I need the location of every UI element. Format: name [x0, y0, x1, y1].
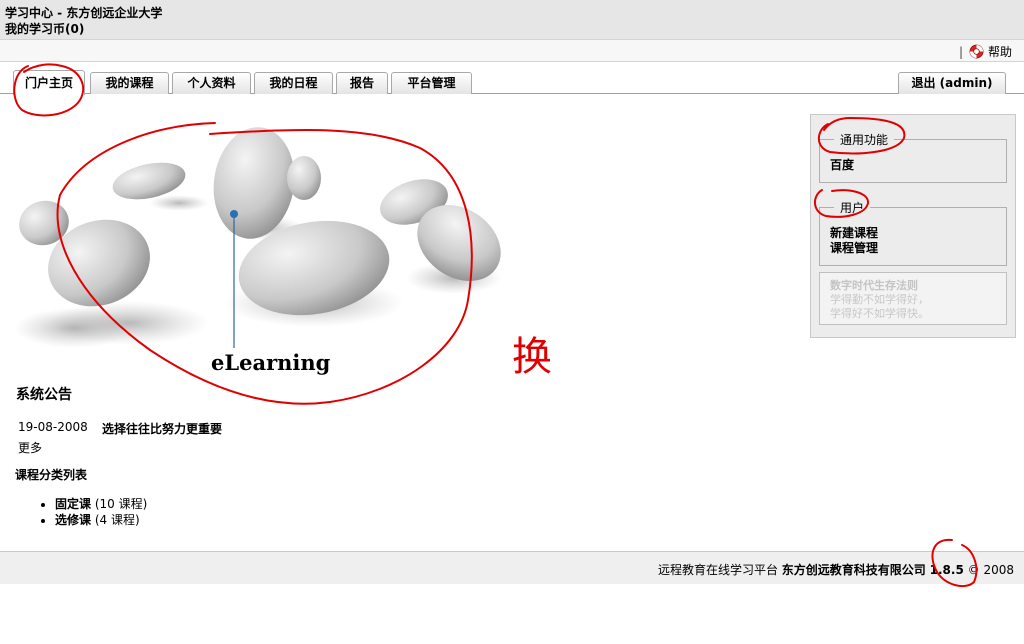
site-title: 学习中心 - 东方创远企业大学 — [5, 6, 163, 20]
general-functions-box: 通用功能 百度 — [819, 131, 1007, 183]
tab-my-courses[interactable]: 我的课程 — [90, 72, 169, 94]
tab-schedule[interactable]: 我的日程 — [254, 72, 333, 94]
list-item: 选修课 (4 课程) — [55, 512, 147, 528]
version-number: 1.8.5 — [929, 563, 964, 577]
lifebuoy-icon — [969, 44, 984, 59]
elearning-banner: eLearning — [14, 118, 508, 386]
general-functions-title: 通用功能 — [834, 131, 895, 148]
elearning-caption: eLearning — [211, 350, 331, 375]
tab-profile[interactable]: 个人资料 — [172, 72, 251, 94]
separator: | — [958, 44, 963, 59]
list-item: 固定课 (10 课程) — [55, 496, 147, 512]
category-count: (4 课程) — [94, 513, 140, 527]
sidebar-panel: 通用功能 百度 用户 新建课程 课程管理 数字时代生存法则 学得勤不如学得好， … — [810, 114, 1016, 338]
tab-reports[interactable]: 报告 — [336, 72, 388, 94]
header-bar: 学习中心 - 东方创远企业大学 我的学习币(0) — [0, 0, 1024, 39]
user-box-title: 用户 — [834, 199, 871, 216]
motto-line-2: 学得好不如学得快。 — [830, 307, 929, 320]
help-label: 帮助 — [987, 45, 1012, 59]
help-bar: | 帮助 — [0, 39, 1024, 62]
announcement-date: 19-08-2008 — [18, 420, 88, 434]
category-link-elective[interactable]: 选修课 — [55, 513, 91, 527]
stones-image — [14, 127, 502, 348]
category-list: 固定课 (10 课程) 选修课 (4 课程) — [40, 496, 147, 528]
tab-admin[interactable]: 平台管理 — [391, 72, 472, 94]
category-count: (10 课程) — [94, 497, 148, 511]
course-management-link[interactable]: 课程管理 — [830, 239, 878, 256]
annotation-handwriting: 换 — [512, 334, 552, 380]
footer-text: 远程教育在线学习平台 东方创远教育科技有限公司 1.8.5 © 2008 — [658, 561, 1014, 578]
footer: 远程教育在线学习平台 东方创远教育科技有限公司 1.8.5 © 2008 — [0, 551, 1024, 584]
category-link-fixed[interactable]: 固定课 — [55, 497, 91, 511]
announcements-heading: 系统公告 — [16, 387, 72, 403]
copyright: © 2008 — [967, 563, 1014, 577]
tab-home[interactable]: 门户主页 — [13, 70, 85, 95]
coin-balance: 我的学习币(0) — [5, 22, 85, 36]
user-box: 用户 新建课程 课程管理 — [819, 199, 1007, 266]
category-list-heading: 课程分类列表 — [15, 468, 88, 482]
main-tabs: 门户主页 我的课程 个人资料 我的日程 报告 平台管理 退出 (admin) — [0, 62, 1024, 95]
company-name: 东方创远教育科技有限公司 — [781, 563, 926, 577]
logout-button[interactable]: 退出 (admin) — [898, 72, 1006, 94]
baidu-link[interactable]: 百度 — [830, 156, 854, 173]
more-link[interactable]: 更多 — [18, 439, 42, 456]
motto-box: 数字时代生存法则 学得勤不如学得好， 学得好不如学得快。 — [819, 272, 1007, 325]
announcement-link[interactable]: 选择往往比努力更重要 — [102, 420, 222, 437]
platform-name: 远程教育在线学习平台 — [657, 563, 778, 577]
help-link[interactable]: | 帮助 — [959, 43, 1012, 60]
